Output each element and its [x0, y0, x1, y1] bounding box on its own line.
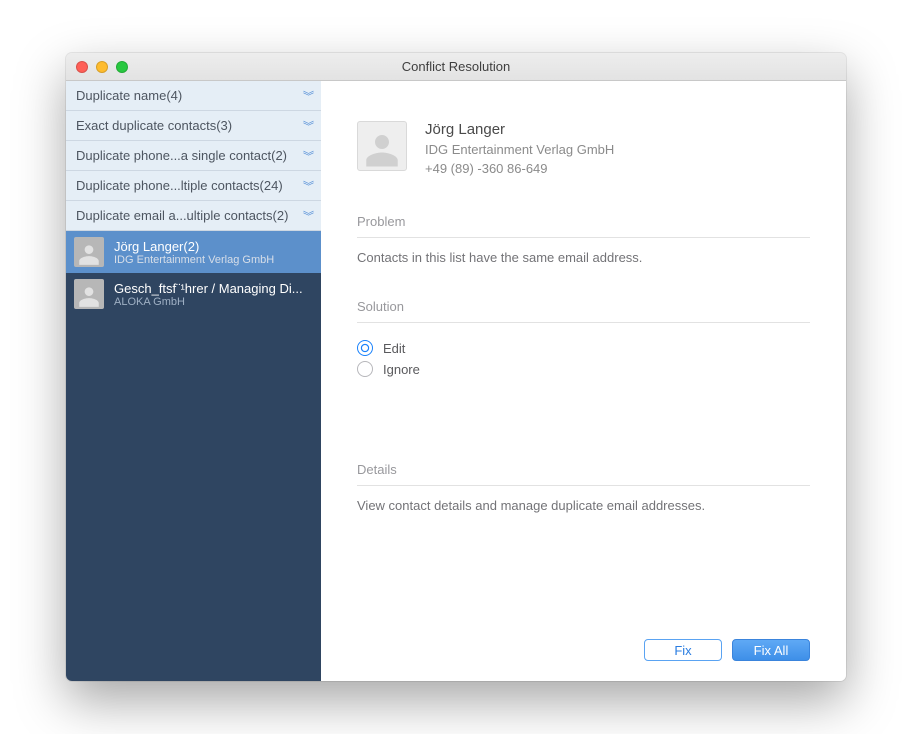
chevron-down-icon: ︾: [303, 148, 311, 164]
chevron-down-icon: ︾: [303, 178, 311, 194]
category-label: Duplicate phone...ltiple contacts(24): [76, 178, 283, 193]
category-label: Duplicate email a...ultiple contacts(2): [76, 208, 288, 223]
category-duplicate-name[interactable]: Duplicate name(4) ︾: [66, 81, 321, 111]
fix-button[interactable]: Fix: [644, 639, 722, 661]
radio-icon: [357, 361, 373, 377]
radio-icon: [357, 340, 373, 356]
problem-text: Contacts in this list have the same emai…: [357, 250, 810, 265]
sidebar-contact-item[interactable]: Jörg Langer(2) IDG Entertainment Verlag …: [66, 231, 321, 273]
contact-sub: ALOKA GmbH: [114, 296, 303, 308]
detail-company: IDG Entertainment Verlag GmbH: [425, 142, 614, 157]
window-title: Conflict Resolution: [66, 59, 846, 74]
sidebar-contact-item[interactable]: Gesch_ftsf¨¹hrer / Managing Di... ALOKA …: [66, 273, 321, 315]
details-label: Details: [357, 462, 810, 477]
main-panel: Jörg Langer IDG Entertainment Verlag Gmb…: [321, 81, 846, 681]
solution-label: Solution: [357, 299, 810, 314]
radio-label: Edit: [383, 341, 405, 356]
problem-label: Problem: [357, 214, 810, 229]
detail-name: Jörg Langer: [425, 121, 614, 138]
category-duplicate-email-multiple[interactable]: Duplicate email a...ultiple contacts(2) …: [66, 201, 321, 231]
footer: Fix Fix All: [357, 629, 810, 661]
category-exact-duplicate[interactable]: Exact duplicate contacts(3) ︾: [66, 111, 321, 141]
contact-text: Gesch_ftsf¨¹hrer / Managing Di... ALOKA …: [114, 281, 303, 308]
chevron-down-icon: ︾: [303, 208, 311, 224]
body: Duplicate name(4) ︾ Exact duplicate cont…: [66, 81, 846, 681]
solution-options: Edit Ignore: [357, 335, 810, 382]
solution-ignore[interactable]: Ignore: [357, 361, 810, 377]
category-label: Exact duplicate contacts(3): [76, 118, 232, 133]
avatar-icon: [357, 121, 407, 171]
category-label: Duplicate name(4): [76, 88, 182, 103]
category-duplicate-phone-multiple[interactable]: Duplicate phone...ltiple contacts(24) ︾: [66, 171, 321, 201]
divider: [357, 485, 810, 486]
category-duplicate-phone-single[interactable]: Duplicate phone...a single contact(2) ︾: [66, 141, 321, 171]
avatar-icon: [74, 279, 104, 309]
contact-info: Jörg Langer IDG Entertainment Verlag Gmb…: [425, 121, 614, 176]
contact-name: Jörg Langer(2): [114, 239, 274, 254]
contact-name: Gesch_ftsf¨¹hrer / Managing Di...: [114, 281, 303, 296]
category-label: Duplicate phone...a single contact(2): [76, 148, 287, 163]
contact-header: Jörg Langer IDG Entertainment Verlag Gmb…: [357, 121, 810, 176]
details-text: View contact details and manage duplicat…: [357, 498, 810, 513]
divider: [357, 237, 810, 238]
detail-phone: +49 (89) -360 86-649: [425, 161, 614, 176]
window: Conflict Resolution Duplicate name(4) ︾ …: [66, 53, 846, 681]
contact-text: Jörg Langer(2) IDG Entertainment Verlag …: [114, 239, 274, 266]
solution-edit[interactable]: Edit: [357, 340, 810, 356]
avatar-icon: [74, 237, 104, 267]
chevron-down-icon: ︾: [303, 88, 311, 104]
titlebar: Conflict Resolution: [66, 53, 846, 81]
contact-sub: IDG Entertainment Verlag GmbH: [114, 254, 274, 266]
sidebar: Duplicate name(4) ︾ Exact duplicate cont…: [66, 81, 321, 681]
divider: [357, 322, 810, 323]
fix-all-button[interactable]: Fix All: [732, 639, 810, 661]
radio-label: Ignore: [383, 362, 420, 377]
chevron-down-icon: ︾: [303, 118, 311, 134]
